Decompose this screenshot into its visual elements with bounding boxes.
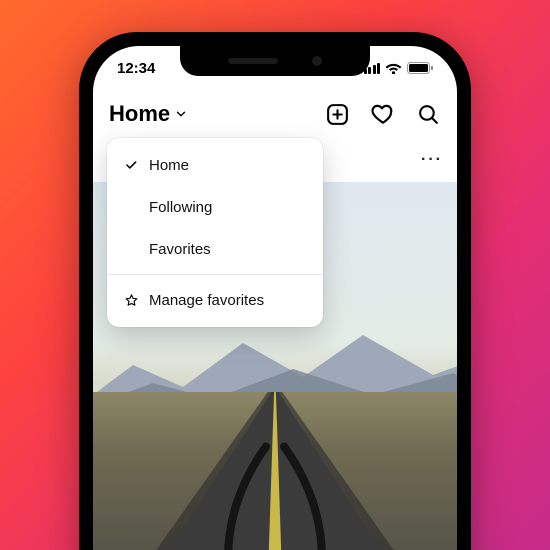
battery-icon xyxy=(407,62,433,74)
create-post-button[interactable] xyxy=(325,102,350,127)
speaker-grille xyxy=(228,58,278,64)
feed-selector-label: Home xyxy=(109,101,170,127)
dropdown-item-label: Manage favorites xyxy=(149,292,264,309)
phone-frame: 12:34 Home xyxy=(79,32,471,550)
check-icon xyxy=(123,158,139,172)
status-right xyxy=(364,62,434,74)
dropdown-separator xyxy=(107,274,323,275)
dropdown-item-label: Home xyxy=(149,157,189,174)
gradient-background: 12:34 Home xyxy=(0,0,550,550)
wifi-icon xyxy=(385,62,402,74)
app-header: Home xyxy=(93,90,457,138)
plus-square-icon xyxy=(325,102,350,127)
dropdown-manage-favorites[interactable]: Manage favorites xyxy=(107,279,323,321)
front-camera xyxy=(312,56,322,66)
feed-selector-button[interactable]: Home xyxy=(109,101,188,127)
chevron-down-icon xyxy=(174,101,188,127)
phone-notch xyxy=(180,46,370,76)
dropdown-item-label: Following xyxy=(149,199,212,216)
status-time: 12:34 xyxy=(117,60,155,77)
search-button[interactable] xyxy=(416,102,441,127)
dropdown-item-label: Favorites xyxy=(149,241,211,258)
star-icon xyxy=(123,293,139,308)
dropdown-item-following[interactable]: Following xyxy=(107,186,323,228)
dropdown-item-favorites[interactable]: Favorites xyxy=(107,228,323,270)
search-icon xyxy=(416,102,441,127)
phone-screen: 12:34 Home xyxy=(93,46,457,550)
dropdown-item-home[interactable]: Home xyxy=(107,144,323,186)
activity-button[interactable] xyxy=(370,101,396,127)
heart-icon xyxy=(370,101,396,127)
feed-dropdown: Home Following Favorites Manage favorite… xyxy=(107,138,323,327)
post-more-button[interactable]: ··· xyxy=(421,151,443,169)
image-road xyxy=(93,392,457,550)
header-actions xyxy=(325,101,441,127)
